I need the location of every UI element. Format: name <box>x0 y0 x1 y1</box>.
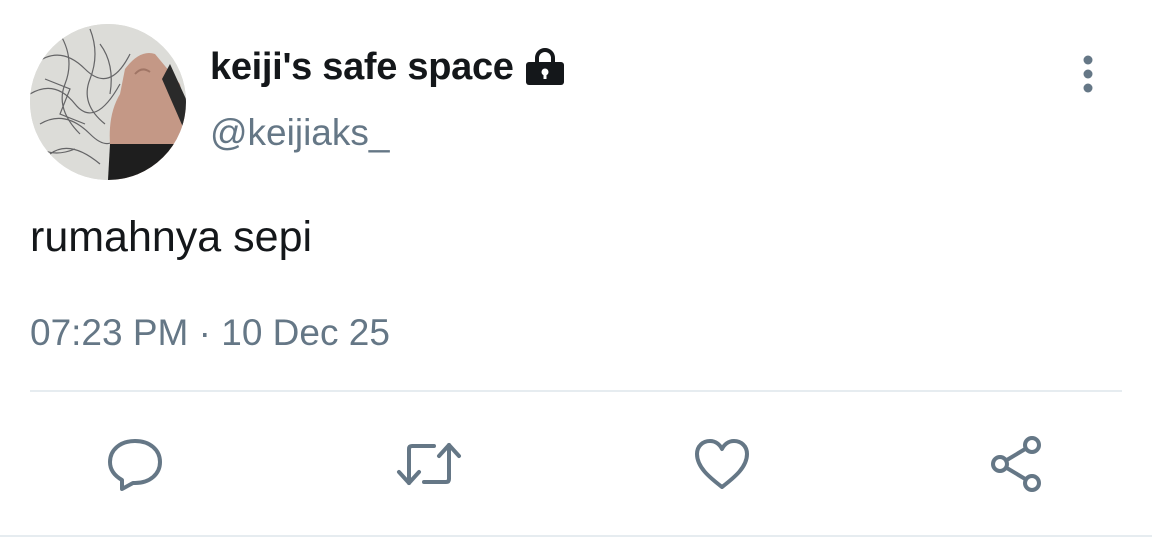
more-vertical-icon[interactable] <box>1068 52 1108 100</box>
display-name-row: keiji's safe space <box>210 42 566 92</box>
display-name[interactable]: keiji's safe space <box>210 46 514 89</box>
lock-icon <box>524 47 566 87</box>
tweet-detail: keiji's safe space @keijiaks_ rumahnya s… <box>0 0 1152 555</box>
heart-icon <box>691 433 753 495</box>
retweet-icon <box>394 433 464 495</box>
avatar-image <box>30 24 186 180</box>
share-icon <box>986 433 1048 495</box>
reply-button[interactable] <box>103 432 167 496</box>
tweet-text: rumahnya sepi <box>30 213 313 261</box>
tweet-timestamp: 07:23 PM · 10 Dec 25 <box>30 312 390 353</box>
share-button[interactable] <box>985 432 1049 496</box>
like-button[interactable] <box>690 432 754 496</box>
reply-icon <box>104 433 166 495</box>
user-handle[interactable]: @keijiaks_ <box>210 112 389 154</box>
avatar[interactable] <box>30 24 186 180</box>
divider <box>30 390 1122 392</box>
retweet-button[interactable] <box>397 432 461 496</box>
bottom-divider <box>0 535 1152 537</box>
